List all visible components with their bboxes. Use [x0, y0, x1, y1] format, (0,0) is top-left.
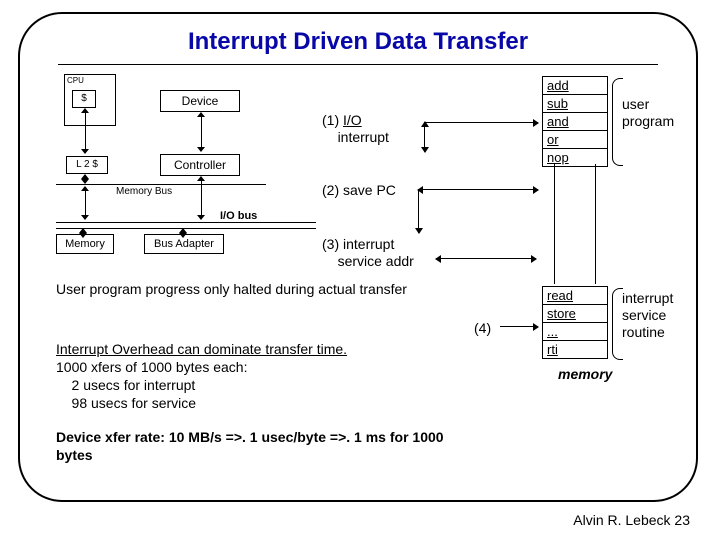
connector-iobus-memory: [78, 228, 88, 234]
l1-cache-box: $: [72, 90, 96, 108]
step-3-line2: service addr: [338, 253, 414, 269]
connector-l2-membus: [80, 174, 90, 184]
io-bus-label: I/O bus: [220, 210, 257, 222]
overhead-line1: Interrupt Overhead can dominate transfer…: [56, 341, 347, 357]
connector-cache-l2: [80, 108, 90, 154]
slide-frame: Interrupt Driven Data Transfer CPU $ Dev…: [18, 12, 698, 502]
memory-bus-label: Memory Bus: [116, 186, 172, 197]
connector-device-controller: [196, 112, 206, 152]
mem-left-edge: [554, 164, 555, 284]
arrow-step3: [436, 258, 536, 259]
memory-isr: read store ... rti: [542, 286, 608, 359]
step-4-label: (4): [474, 320, 491, 337]
connector-iobus-adapter: [178, 228, 188, 234]
overhead-line3: 2 usecs for interrupt: [56, 377, 195, 393]
overhead-line2: 1000 xfers of 1000 bytes each:: [56, 359, 247, 375]
io-bus-line-top: [56, 222, 316, 223]
arrow-step2: [418, 189, 538, 190]
isr-label: interrupt service routine: [622, 290, 673, 341]
step-1-label: (1) I/O interrupt: [322, 112, 389, 146]
mem-row: read: [543, 287, 607, 305]
step-1-io: I/O: [343, 112, 362, 128]
arrow-step1-v: [424, 122, 425, 152]
mem-right-edge: [595, 164, 596, 284]
memory-user-program: add sub and or nop: [542, 76, 608, 167]
mem-row: and: [543, 113, 607, 131]
mem-row: nop: [543, 149, 607, 166]
arrow-step4: [500, 326, 538, 327]
arrow-step2-v: [418, 189, 419, 233]
title-underline: [58, 64, 658, 65]
step-1-num: (1): [322, 112, 343, 128]
slide-footer: Alvin R. Lebeck 23: [573, 512, 690, 528]
connector-controller-iobus: [196, 176, 206, 220]
paragraph-halt: User program progress only halted during…: [56, 280, 456, 298]
l2-cache-box: L 2 $: [66, 156, 108, 174]
paragraph-rate: Device xfer rate: 10 MB/s =>. 1 usec/byt…: [56, 428, 476, 464]
paragraph-overhead: Interrupt Overhead can dominate transfer…: [56, 340, 456, 412]
device-box: Device: [160, 90, 240, 112]
step-3-label: (3) interrupt service addr: [322, 236, 414, 270]
controller-box: Controller: [160, 154, 240, 176]
step-2-label: (2) save PC: [322, 182, 396, 199]
mem-row: ...: [543, 323, 607, 341]
memory-word: memory: [558, 366, 612, 382]
user-program-label: user program: [622, 96, 674, 130]
mem-row: store: [543, 305, 607, 323]
mem-row: or: [543, 131, 607, 149]
step-1-word: interrupt: [338, 129, 389, 145]
arrow-step1: [424, 122, 538, 123]
memory-bus-line: [56, 184, 266, 185]
connector-membus-iobus: [80, 186, 90, 220]
mem-row: add: [543, 77, 607, 95]
cpu-label: CPU: [67, 76, 84, 85]
step-3-line1: (3) interrupt: [322, 236, 394, 252]
overhead-line4: 98 usecs for service: [56, 395, 196, 411]
mem-row: rti: [543, 341, 607, 358]
mem-row: sub: [543, 95, 607, 113]
slide-title: Interrupt Driven Data Transfer: [20, 28, 696, 56]
